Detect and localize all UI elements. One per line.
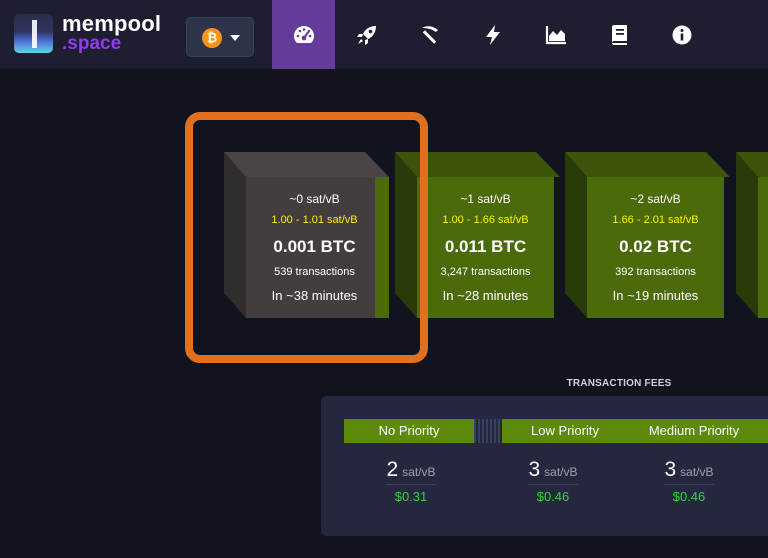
caret-down-icon xyxy=(230,35,240,41)
block-size: 0.02 BTC xyxy=(619,237,692,256)
fee-rate: 3 xyxy=(528,458,541,481)
fee-usd: $0.46 xyxy=(536,489,570,504)
block-tx-count: 3,247 transactions xyxy=(440,266,531,278)
fee-unit: sat/vB xyxy=(680,465,714,479)
fee-no-priority: 2 sat/vB $0.31 xyxy=(356,458,466,504)
nav-lightning[interactable] xyxy=(461,0,524,69)
pickaxe-icon xyxy=(421,25,438,44)
lightning-icon xyxy=(485,24,500,45)
fee-usd: $0.46 xyxy=(672,489,706,504)
mempool-logo[interactable]: mempool .space xyxy=(14,11,174,56)
fee-unit: sat/vB xyxy=(544,465,578,479)
priority-divider xyxy=(474,419,502,443)
block-eta: In ~19 minutes xyxy=(612,288,699,303)
block-fee-range: 1.66 - 2.01 sat/vB xyxy=(612,214,699,226)
info-icon xyxy=(672,25,691,44)
nav-dashboard[interactable] xyxy=(272,0,335,69)
mempool-block-4-partial[interactable] xyxy=(736,152,768,318)
block-median-fee: ~2 sat/vB xyxy=(630,192,681,206)
fee-low-priority: 3 sat/vB $0.46 xyxy=(498,458,608,504)
top-navbar: mempool .space ₿ xyxy=(0,0,768,69)
low-priority-label: Low Priority xyxy=(531,423,599,438)
block-highlight-frame xyxy=(185,112,428,363)
medium-priority-label: Medium Priority xyxy=(648,423,740,438)
book-icon xyxy=(611,24,627,45)
transaction-fees-title: TRANSACTION FEES xyxy=(566,378,672,389)
fee-usd: $0.31 xyxy=(394,489,428,504)
fee-rate: 3 xyxy=(664,458,677,481)
dashboard-icon xyxy=(293,25,314,43)
rocket-icon xyxy=(356,25,376,45)
fee-rate: 2 xyxy=(386,458,399,481)
block-eta: In ~28 minutes xyxy=(442,288,529,303)
nav-accelerator[interactable] xyxy=(335,0,398,69)
block-median-fee: ~1 sat/vB xyxy=(460,192,511,206)
nav-about[interactable] xyxy=(650,0,713,69)
block-fee-range: 1.00 - 1.66 sat/vB xyxy=(442,214,529,226)
block-size: 0.011 BTC xyxy=(444,237,527,256)
no-priority-label: No Priority xyxy=(344,419,474,443)
fee-medium-priority: 3 sat/vB $0.46 xyxy=(634,458,744,504)
nav-graphs[interactable] xyxy=(524,0,587,69)
mempool-block-3[interactable]: ~2 sat/vB 1.66 - 2.01 sat/vB 0.02 BTC 39… xyxy=(565,152,730,318)
bitcoin-icon: ₿ xyxy=(202,28,222,48)
network-selector-button[interactable]: ₿ xyxy=(186,17,254,57)
fee-unit: sat/vB xyxy=(402,465,436,479)
nav-mining[interactable] xyxy=(398,0,461,69)
logo-mark-icon xyxy=(14,14,53,53)
logo-text-bottom: .space xyxy=(62,33,122,54)
nav-docs[interactable] xyxy=(587,0,650,69)
block-tx-count: 392 transactions xyxy=(615,266,696,278)
graph-icon xyxy=(545,25,566,44)
